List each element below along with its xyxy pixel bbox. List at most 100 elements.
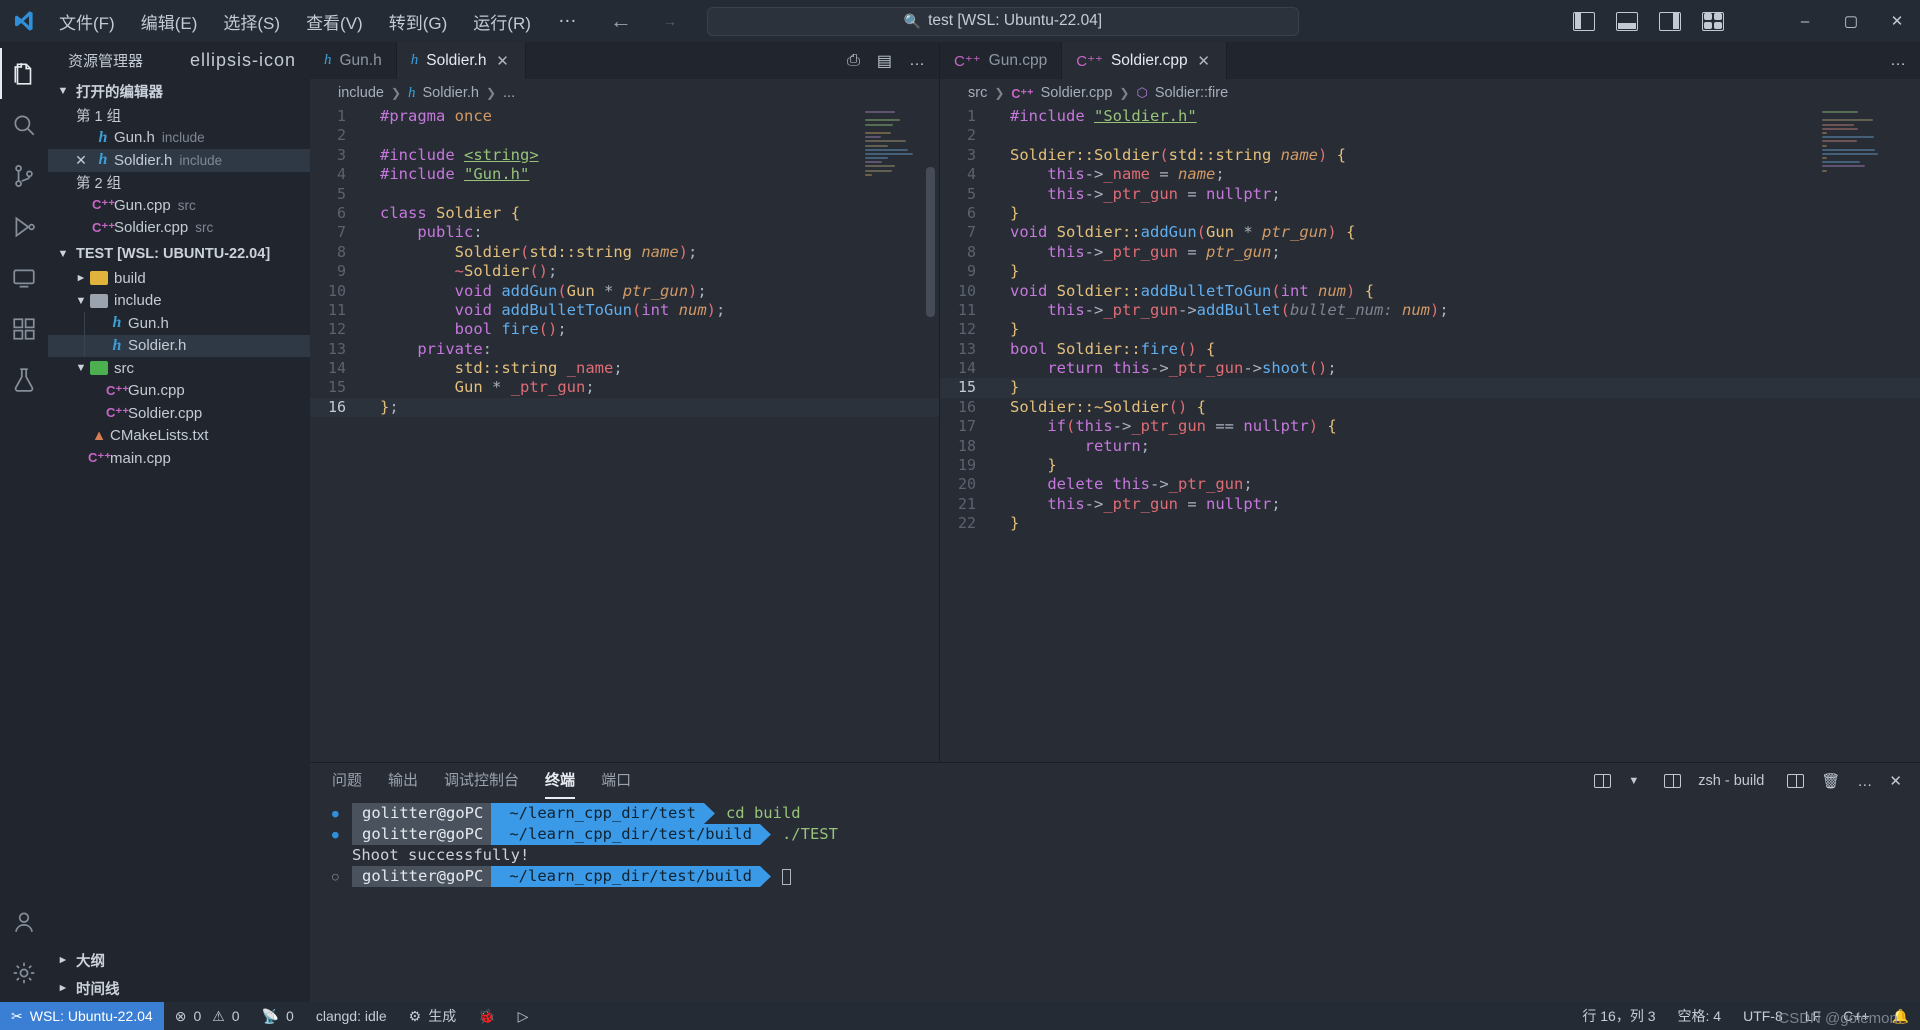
menu-file[interactable]: 文件(F) xyxy=(46,5,128,38)
menu-more-icon[interactable]: … xyxy=(544,4,592,38)
section-timeline[interactable]: ▼ 时间线 xyxy=(48,974,310,1002)
chevron-down-icon[interactable]: ▼ xyxy=(1628,775,1639,787)
section-workspace[interactable]: ▼ TEST [WSL: UBUNTU-22.04] xyxy=(48,241,310,267)
terminal-icon[interactable] xyxy=(1664,774,1682,788)
status-ports[interactable]: 📡 0 xyxy=(251,1002,305,1030)
more-actions-icon[interactable]: … xyxy=(909,52,925,70)
tree-item-soldier-cpp[interactable]: C⁺⁺ Soldier.cpp xyxy=(48,402,310,425)
section-open-editors[interactable]: ▼ 打开的编辑器 xyxy=(48,78,310,104)
command-center-search[interactable]: 🔍 test [WSL: Ubuntu-22.04] xyxy=(706,6,1299,36)
tabs-bar-left: h Gun.h h Soldier.h ✕ ⎙ ▤ … xyxy=(310,42,939,79)
editor-group-1-label[interactable]: 第 1 组 xyxy=(48,104,310,127)
forward-arrow-icon[interactable]: → xyxy=(657,14,683,29)
sidebar-item-remote-explorer[interactable] xyxy=(0,252,48,303)
sidebar-item-explorer[interactable] xyxy=(0,48,48,99)
menu-go[interactable]: 转到(G) xyxy=(376,5,461,38)
toggle-panel-icon[interactable] xyxy=(1616,11,1638,31)
ellipsis-icon[interactable]: … xyxy=(1857,773,1872,790)
status-build[interactable]: ⚙ 生成 xyxy=(398,1002,468,1030)
panel-tab-output[interactable]: 输出 xyxy=(388,769,418,794)
minimize-button[interactable]: – xyxy=(1782,0,1828,42)
gear-icon[interactable] xyxy=(0,947,48,998)
tab-gun-cpp[interactable]: C⁺⁺ Gun.cpp xyxy=(940,42,1063,79)
code-editor-left[interactable]: 1 #pragma once 2 3 #include <string> 4 #inc… xyxy=(310,107,939,762)
toggle-primary-sidebar-icon[interactable] xyxy=(1573,11,1595,31)
terminal-name[interactable]: zsh - build xyxy=(1698,773,1764,789)
tree-item-soldier-h[interactable]: h Soldier.h xyxy=(48,334,310,357)
panel-tab-ports[interactable]: 端口 xyxy=(601,769,631,794)
toggle-secondary-sidebar-icon[interactable] xyxy=(1659,11,1681,31)
minimap-left[interactable] xyxy=(865,111,923,178)
open-editor-soldier-h[interactable]: ✕ h Soldier.h include xyxy=(48,149,310,172)
status-problems[interactable]: ⊗ 0 ⚠ 0 xyxy=(164,1002,251,1030)
tree-item-main-cpp[interactable]: C⁺⁺ main.cpp xyxy=(48,447,310,470)
menu-run[interactable]: 运行(R) xyxy=(460,5,544,38)
open-editor-gun-h[interactable]: h Gun.h include xyxy=(48,127,310,150)
split-terminal-icon[interactable] xyxy=(1594,774,1612,788)
section-outline[interactable]: ▼ 大纲 xyxy=(48,946,310,974)
tree-item-src[interactable]: ▼ src xyxy=(48,357,310,380)
menu-view[interactable]: 查看(V) xyxy=(293,5,376,38)
more-actions-icon[interactable]: … xyxy=(1890,52,1906,70)
open-editor-label: Soldier.h xyxy=(114,151,173,169)
panel-tab-problems[interactable]: 问题 xyxy=(332,769,362,794)
close-icon[interactable]: ✕ xyxy=(70,152,92,169)
sidebar-item-source-control[interactable] xyxy=(0,150,48,201)
breadcrumb-file[interactable]: Soldier.h xyxy=(423,85,479,101)
terminal-line: ● golitter@goPC ~/learn_cpp_dir/test cd … xyxy=(332,803,1920,824)
tab-soldier-h[interactable]: h Soldier.h ✕ xyxy=(396,42,526,79)
sidebar-item-search[interactable] xyxy=(0,99,48,150)
close-icon[interactable]: ✕ xyxy=(495,52,511,70)
watermark: CSDN @golemon. xyxy=(1778,1010,1902,1027)
maximize-button[interactable]: ▢ xyxy=(1828,0,1874,42)
panel-tab-debug-console[interactable]: 调试控制台 xyxy=(444,769,519,794)
tree-item-build[interactable]: ▼ build xyxy=(48,267,310,290)
close-icon[interactable]: ✕ xyxy=(1196,52,1212,70)
tab-gun-h[interactable]: h Gun.h xyxy=(310,42,397,79)
close-button[interactable]: ✕ xyxy=(1874,0,1920,42)
breadcrumb-file[interactable]: Soldier.cpp xyxy=(1041,85,1113,101)
status-indentation[interactable]: 空格: 4 xyxy=(1667,1002,1733,1030)
editor-group-2-label[interactable]: 第 2 组 xyxy=(48,172,310,195)
accounts-icon[interactable] xyxy=(0,896,48,947)
breadcrumb-symbol[interactable]: Soldier::fire xyxy=(1155,85,1228,101)
terminal-user: golitter@goPC xyxy=(352,866,492,887)
tree-item-cmakelists[interactable]: ▲ CMakeLists.txt xyxy=(48,425,310,448)
tree-item-gun-cpp[interactable]: C⁺⁺ Gun.cpp xyxy=(48,380,310,403)
breadcrumb-folder[interactable]: src xyxy=(968,85,987,101)
tab-soldier-cpp[interactable]: C⁺⁺ Soldier.cpp ✕ xyxy=(1062,42,1227,79)
play-icon: ▷ xyxy=(517,1007,529,1024)
open-editor-gun-cpp[interactable]: C⁺⁺ Gun.cpp src xyxy=(48,194,310,217)
back-arrow-icon[interactable]: ← xyxy=(608,8,634,34)
split-panel-icon[interactable] xyxy=(1787,774,1805,788)
sidebar-item-extensions[interactable] xyxy=(0,303,48,354)
code-editor-right[interactable]: 1 #include "Soldier.h" 2 3 Soldier::Soldie… xyxy=(940,107,1920,762)
status-run[interactable]: ▷ xyxy=(507,1002,540,1030)
sidebar-item-testing[interactable] xyxy=(0,354,48,405)
status-clangd[interactable]: clangd: idle xyxy=(305,1002,398,1030)
ellipsis-icon[interactable]: ellipsis-icon xyxy=(190,50,296,71)
split-editor-icon[interactable]: ▤ xyxy=(877,51,892,71)
minimap-right[interactable] xyxy=(1822,111,1880,174)
status-remote-indicator[interactable]: ✂ WSL: Ubuntu-22.04 xyxy=(0,1002,164,1030)
open-editor-soldier-cpp[interactable]: C⁺⁺ Soldier.cpp src xyxy=(48,217,310,240)
menu-selection[interactable]: 选择(S) xyxy=(210,5,293,38)
close-icon[interactable]: ✕ xyxy=(1889,772,1902,790)
run-build-icon[interactable]: ⎙ xyxy=(847,52,860,70)
breadcrumb-symbol[interactable]: ... xyxy=(503,85,515,101)
menu-edit[interactable]: 编辑(E) xyxy=(128,5,211,38)
tree-item-include[interactable]: ▼ include xyxy=(48,290,310,313)
folder-icon xyxy=(90,293,108,308)
editor-actions-right: … xyxy=(1876,42,1920,79)
trash-icon[interactable]: 🗑 xyxy=(1821,772,1840,790)
status-cursor-position[interactable]: 行 16，列 3 xyxy=(1571,1002,1666,1030)
tree-item-gun-h[interactable]: h Gun.h xyxy=(48,312,310,335)
breadcrumb-folder[interactable]: include xyxy=(338,85,384,101)
customize-layout-icon[interactable] xyxy=(1702,11,1724,31)
status-debug[interactable]: 🐞 xyxy=(467,1002,506,1030)
status-bar: ✂ WSL: Ubuntu-22.04 ⊗ 0 ⚠ 0 📡 0 clangd: … xyxy=(0,1002,1920,1030)
panel-tab-terminal[interactable]: 终端 xyxy=(545,769,576,799)
editor-scrollbar-left[interactable] xyxy=(926,167,935,317)
terminal-content[interactable]: ● golitter@goPC ~/learn_cpp_dir/test cd … xyxy=(310,799,1920,1002)
sidebar-item-run-debug[interactable] xyxy=(0,201,48,252)
